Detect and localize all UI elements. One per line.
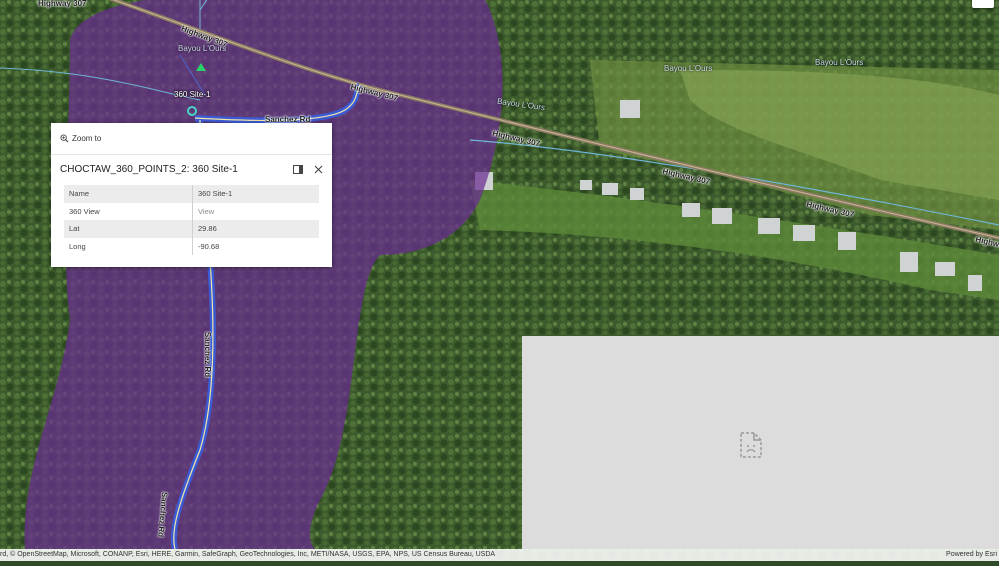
field-name: Long xyxy=(64,237,193,255)
attribution-sources: rd, © OpenStreetMap, Microsoft, CONANP, … xyxy=(0,551,496,558)
close-icon xyxy=(314,165,322,173)
dock-icon xyxy=(293,164,303,174)
highway-307-label-top: Highway 307 xyxy=(38,0,87,8)
bayou-label-3: Bayou L'Ours xyxy=(664,64,713,73)
bayou-label-4: Bayou L'Ours xyxy=(815,58,864,67)
powered-by-esri[interactable]: Powered by Esri xyxy=(946,549,997,561)
search-button[interactable] xyxy=(972,0,994,8)
table-row: Name 360 Site-1 xyxy=(64,185,319,203)
close-button[interactable] xyxy=(312,163,324,175)
bayou-label-1: Bayou L'Ours xyxy=(178,44,227,53)
broken-document-icon xyxy=(740,432,762,458)
attribute-table: Name 360 Site-1 360 View View Lat 29.86 Lon… xyxy=(64,185,319,255)
table-row: 360 View View xyxy=(64,202,320,221)
popup-title: CHOCTAW_360_POINTS_2: 360 Site-1 xyxy=(60,163,238,175)
zoom-to-label: Zoom to xyxy=(72,134,102,143)
attribution-bar: rd, © OpenStreetMap, Microsoft, CONANP, … xyxy=(0,549,999,561)
broken-embed-panel xyxy=(522,336,999,549)
field-name: 360 View xyxy=(64,202,193,220)
zoom-in-icon xyxy=(60,134,69,143)
zoom-to-action[interactable]: Zoom to xyxy=(51,123,332,155)
site-label: 360 Site-1 xyxy=(174,90,211,99)
field-name: Name xyxy=(64,185,193,203)
feature-popup: Zoom to CHOCTAW_360_POINTS_2: 360 Site-1… xyxy=(51,123,332,267)
view-link[interactable]: View xyxy=(193,203,320,221)
table-row: Long -90.68 xyxy=(64,237,319,255)
table-row: Lat 29.86 xyxy=(64,220,319,238)
sanchez-rd-label-2: Sanchez Rd xyxy=(203,331,213,378)
dock-button[interactable] xyxy=(292,163,304,175)
field-name: Lat xyxy=(64,220,193,238)
field-value: 29.86 xyxy=(192,220,319,238)
field-value: 360 Site-1 xyxy=(192,185,319,203)
field-value: -90.68 xyxy=(198,241,220,251)
